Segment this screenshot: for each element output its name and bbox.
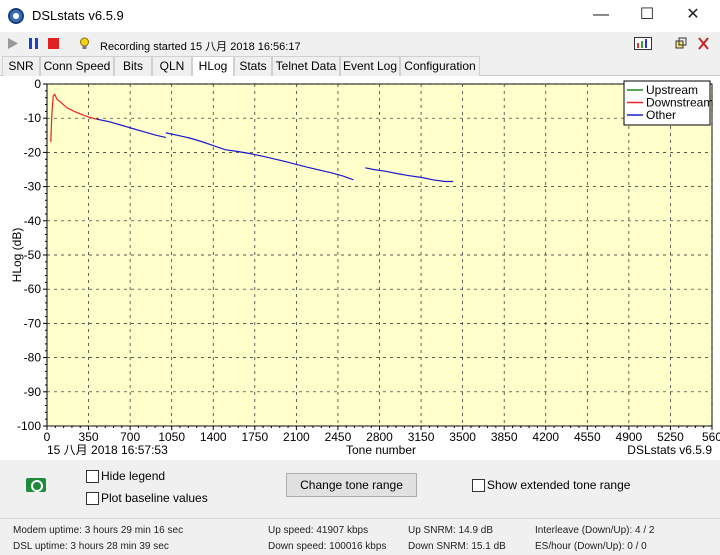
x-tick-label: 1050 [158,430,185,444]
toolbar: Recording started 15 八月 2018 16:56:17 [0,32,720,56]
tab-hlog[interactable]: HLog [192,56,234,77]
maximize-button[interactable]: ☐ [624,0,670,32]
x-tick-label: 4200 [532,430,559,444]
window-title: DSLstats v6.5.9 [32,8,124,23]
down-speed: Down speed: 100016 kbps [268,541,387,552]
restore-icon[interactable] [675,37,688,50]
chart-window-icon[interactable] [634,37,652,50]
camera-icon[interactable] [26,478,46,492]
y-tick-label: 0 [34,77,41,91]
plot-baseline-label: Plot baseline values [101,491,208,505]
x-tick-label: 3500 [449,430,476,444]
pause-icon[interactable] [27,37,40,50]
y-axis-label: HLog (dB) [10,228,24,283]
tab-event-log[interactable]: Event Log [340,56,400,76]
y-tick-label: -40 [24,214,42,228]
y-tick-label: -10 [24,111,42,125]
status-bar: Modem uptime: 3 hours 29 min 16 sec DSL … [0,518,720,555]
tab-conn-speed[interactable]: Conn Speed [40,56,114,76]
y-tick-label: -30 [24,180,42,194]
play-icon[interactable] [6,37,19,50]
change-tone-range-button[interactable]: Change tone range [286,473,417,497]
y-tick-label: -50 [24,248,42,262]
x-tick-label: 350 [79,430,99,444]
interleave: Interleave (Down/Up): 4 / 2 [535,525,655,536]
chart-version-label: DSLstats v6.5.9 [627,443,712,457]
es-per-hour: ES/hour (Down/Up): 0 / 0 [535,541,647,552]
title-bar: DSLstats v6.5.9 — ☐ ✕ [0,0,720,32]
y-tick-label: -70 [24,316,42,330]
app-icon [8,8,24,24]
x-tick-label: 2450 [325,430,352,444]
hide-legend-checkbox[interactable] [86,470,99,483]
down-snrm: Down SNRM: 15.1 dB [408,541,506,552]
y-tick-label: -90 [24,385,42,399]
x-tick-label: 3850 [491,430,518,444]
hide-legend-label: Hide legend [101,469,166,483]
x-tick-label: 0 [44,430,51,444]
up-snrm: Up SNRM: 14.9 dB [408,525,494,536]
dsl-uptime: DSL uptime: 3 hours 28 min 39 sec [13,541,169,552]
y-tick-label: -20 [24,145,42,159]
x-tick-label: 3150 [408,430,435,444]
chart-timestamp: 15 八月 2018 16:57:53 [47,443,168,457]
x-tick-label: 4900 [616,430,643,444]
x-tick-label: 4550 [574,430,601,444]
x-tick-label: 2800 [366,430,393,444]
recording-status: Recording started 15 八月 2018 16:56:17 [100,41,301,53]
minimize-button[interactable]: — [578,0,624,32]
tab-stats[interactable]: Stats [234,56,272,76]
modem-uptime: Modem uptime: 3 hours 29 min 16 sec [13,525,184,536]
y-tick-label: -80 [24,351,42,365]
plot-baseline-checkbox[interactable] [86,492,99,505]
tab-snr[interactable]: SNR [2,56,40,76]
stop-icon[interactable] [47,37,60,50]
x-tick-label: 1750 [241,430,268,444]
x-tick-label: 2100 [283,430,310,444]
up-speed: Up speed: 41907 kbps [268,525,369,536]
x-axis-label: Tone number [346,443,416,457]
close-button[interactable]: ✕ [670,0,716,32]
tab-qln[interactable]: QLN [152,56,192,76]
tab-bits[interactable]: Bits [114,56,152,76]
x-tick-label: 700 [120,430,140,444]
y-tick-label: -100 [17,419,41,433]
show-extended-label: Show extended tone range [487,478,631,492]
x-tick-label: 5250 [657,430,684,444]
y-tick-label: -60 [24,282,42,296]
x-tick-label: 560 [702,430,720,444]
legend-entry: Other [646,108,676,122]
x-tick-label: 1400 [200,430,227,444]
hlog-chart-panel: 0 -10 -20 -30 -40 -50 -60 -70 -80 -90 -100 0 350 700 1… [0,76,720,460]
show-extended-checkbox[interactable] [472,479,485,492]
tab-telnet-data[interactable]: Telnet Data [272,56,340,76]
tab-strip: SNR Conn Speed Bits QLN HLog Stats Telne… [0,56,720,77]
tab-configuration[interactable]: Configuration [400,56,480,76]
hlog-chart: 0-10-20-30-40-50-60-70-80-90-1000 350 700 1… [10,77,720,457]
lightbulb-icon[interactable] [78,37,91,50]
exit-icon[interactable] [697,37,710,50]
